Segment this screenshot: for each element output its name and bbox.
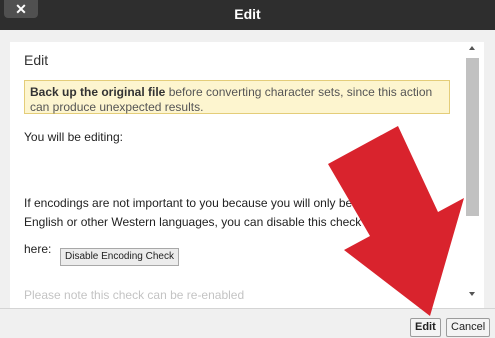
edit-button[interactable]: Edit [410, 318, 441, 337]
backup-warning: Back up the original file before convert… [24, 80, 450, 114]
scroll-up-icon[interactable] [469, 46, 475, 50]
red-arrow-shape [328, 126, 464, 316]
editing-label: You will be editing: [24, 130, 123, 144]
disable-encoding-check-button[interactable]: Disable Encoding Check [60, 248, 179, 266]
cancel-button[interactable]: Cancel [446, 318, 491, 337]
section-heading: Edit [24, 52, 49, 68]
red-arrow-icon [328, 126, 464, 316]
warning-bold-text: Back up the original file [30, 85, 166, 99]
here-label: here: [24, 242, 52, 256]
dialog-titlebar: ✕ Edit [0, 0, 495, 30]
dialog-title: Edit [234, 6, 261, 22]
